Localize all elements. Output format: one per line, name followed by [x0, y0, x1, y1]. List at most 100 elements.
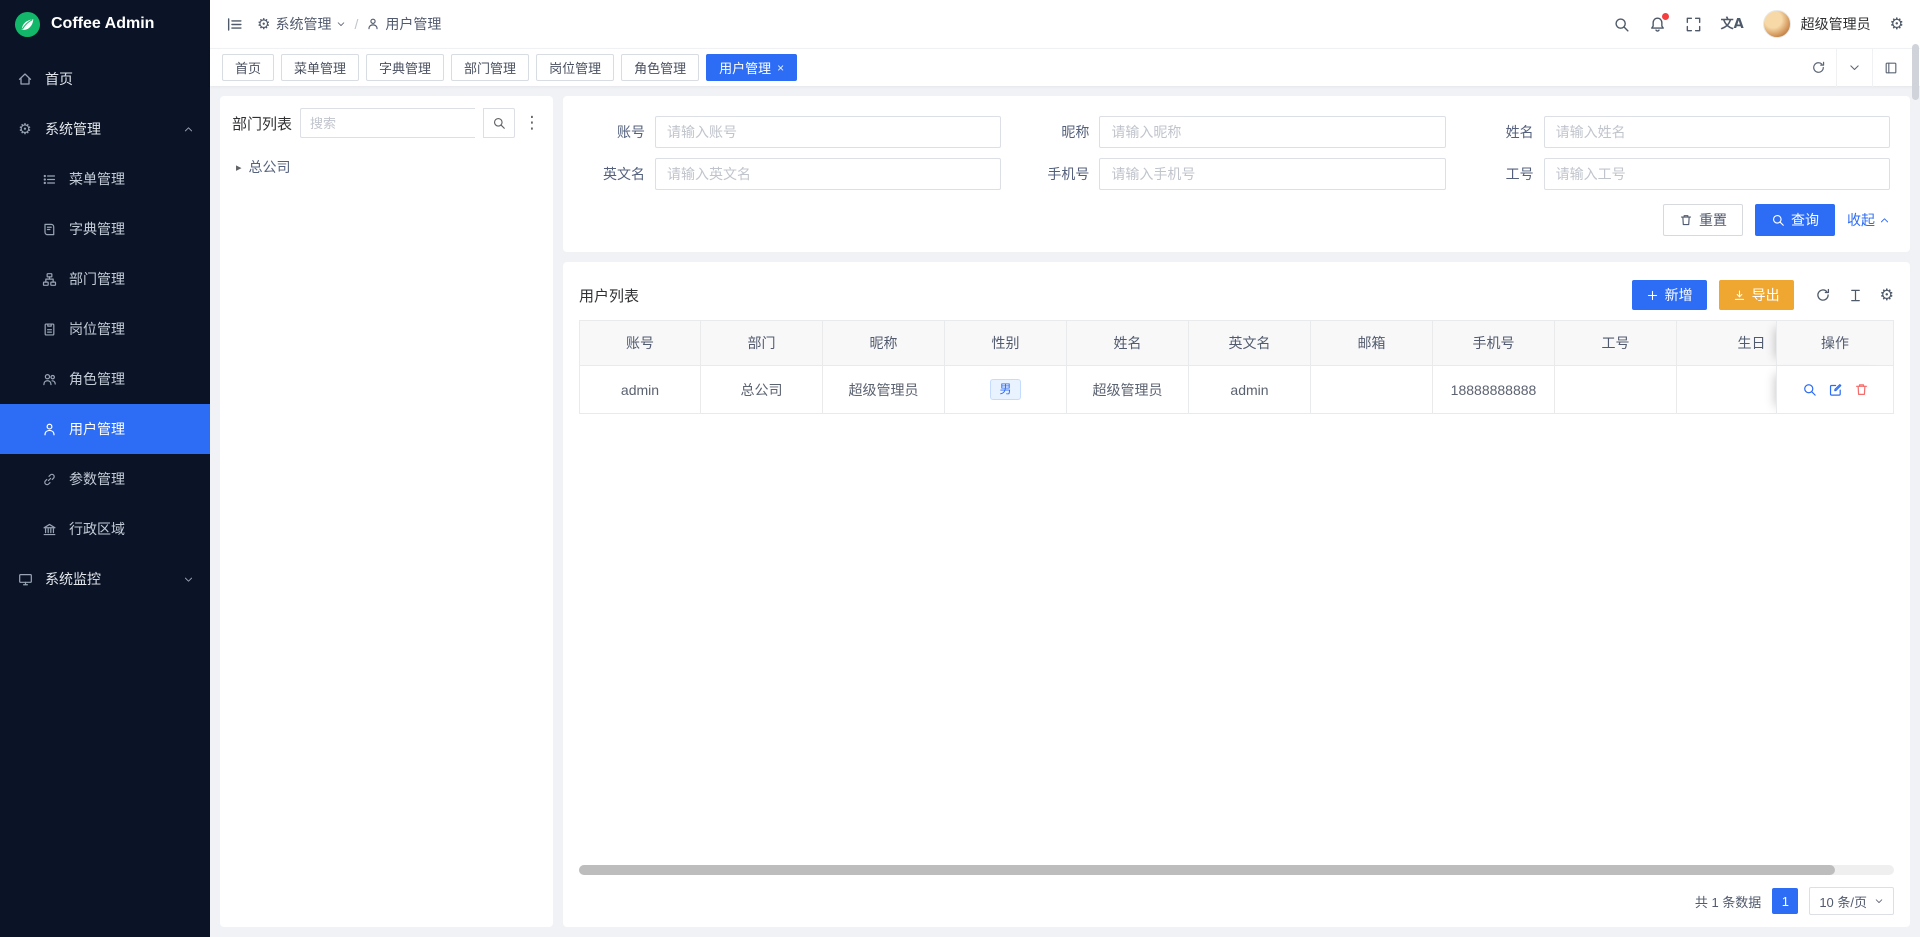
sidebar-item-post-mgmt[interactable]: 岗位管理	[0, 304, 210, 354]
page-size-select[interactable]: 10 条/页	[1809, 887, 1894, 915]
delete-row-button[interactable]	[1854, 382, 1869, 397]
view-row-button[interactable]	[1802, 382, 1817, 397]
add-user-button[interactable]: 新增	[1632, 280, 1707, 310]
sidebar: Coffee Admin 首页 ⚙ 系统管理	[0, 0, 210, 937]
reset-button[interactable]: 重置	[1663, 204, 1743, 236]
sidebar-item-user-mgmt[interactable]: 用户管理	[0, 404, 210, 454]
cell-job-no	[1555, 366, 1677, 414]
column-settings-gear-icon[interactable]: ⚙	[1880, 287, 1894, 303]
tab-close-icon[interactable]: ×	[777, 62, 784, 74]
tab-user-mgmt[interactable]: 用户管理 ×	[706, 54, 797, 81]
tree-expand-arrow-icon[interactable]: ▸	[236, 162, 242, 173]
tab-dept-mgmt[interactable]: 部门管理	[451, 54, 529, 81]
cell-en-name: admin	[1189, 366, 1311, 414]
table-empty-area	[579, 414, 1894, 865]
chevron-up-icon	[1879, 215, 1890, 226]
cell-name: 超级管理员	[1067, 366, 1189, 414]
column-header-account: 账号	[579, 320, 701, 366]
job-no-input[interactable]	[1544, 158, 1890, 190]
export-button[interactable]: 导出	[1719, 280, 1794, 310]
horizontal-scrollbar-thumb[interactable]	[579, 865, 1835, 875]
tab-dropdown-button[interactable]	[1836, 49, 1872, 87]
content-fullscreen-button[interactable]	[1872, 49, 1908, 87]
query-button[interactable]: 查询	[1755, 204, 1835, 236]
sidebar-item-region-mgmt[interactable]: 行政区域	[0, 504, 210, 554]
sidebar-item-label: 行政区域	[69, 519, 125, 539]
tab-role-mgmt[interactable]: 角色管理	[621, 54, 699, 81]
sidebar-item-param-mgmt[interactable]: 参数管理	[0, 454, 210, 504]
app-logo[interactable]: Coffee Admin	[0, 0, 210, 48]
department-search-button[interactable]	[483, 108, 515, 138]
table-refresh-button[interactable]	[1815, 287, 1831, 303]
field-label: 工号	[1472, 164, 1544, 184]
page-vertical-scrollbar-thumb[interactable]	[1912, 44, 1919, 100]
breadcrumb-item-current[interactable]: 用户管理	[366, 14, 441, 34]
account-input[interactable]	[655, 116, 1001, 148]
tab-refresh-button[interactable]	[1800, 49, 1836, 87]
sidebar-item-role-mgmt[interactable]: 角色管理	[0, 354, 210, 404]
tab-label: 部门管理	[464, 58, 516, 77]
nickname-input[interactable]	[1099, 116, 1445, 148]
global-search-button[interactable]	[1613, 16, 1630, 33]
translate-icon[interactable]: 文A	[1721, 18, 1744, 31]
sidebar-item-label: 字典管理	[69, 219, 125, 239]
trash-icon	[1854, 382, 1869, 397]
home-icon	[16, 71, 34, 87]
cell-phone: 18888888888	[1433, 366, 1555, 414]
cell-actions	[1776, 366, 1894, 414]
breadcrumb-item-system[interactable]: ⚙ 系统管理	[257, 14, 346, 34]
sidebar-item-label: 角色管理	[69, 369, 125, 389]
tab-menu-mgmt[interactable]: 菜单管理	[281, 54, 359, 81]
user-table-viewport: 账号 部门 昵称 性别 姓名 英文名 邮箱 手机号 工号 生日	[579, 320, 1894, 414]
phone-input[interactable]	[1099, 158, 1445, 190]
sidebar-collapse-button[interactable]	[226, 16, 243, 33]
sidebar-item-label: 首页	[45, 69, 73, 89]
tab-post-mgmt[interactable]: 岗位管理	[536, 54, 614, 81]
sidebar-group-label: 系统管理	[45, 119, 101, 139]
tabbar: 首页 菜单管理 字典管理 部门管理 岗位管理 角色管理 用户管理 ×	[210, 48, 1920, 86]
sidebar-group-system[interactable]: ⚙ 系统管理	[0, 104, 210, 154]
expand-frame-icon	[1884, 61, 1898, 75]
sidebar-group-monitor[interactable]: 系统监控	[0, 554, 210, 604]
breadcrumb-label: 系统管理	[275, 14, 331, 34]
chevron-down-icon	[1848, 61, 1861, 74]
page-size-value: 10 条/页	[1819, 892, 1867, 911]
page-number-button[interactable]: 1	[1772, 888, 1798, 914]
search-icon	[1771, 213, 1785, 227]
cell-nickname: 超级管理员	[823, 366, 945, 414]
more-options-icon[interactable]: ⋮	[523, 115, 541, 132]
tab-dict-mgmt[interactable]: 字典管理	[366, 54, 444, 81]
department-search-input[interactable]	[300, 108, 475, 138]
sidebar-item-menu-mgmt[interactable]: 菜单管理	[0, 154, 210, 204]
cell-gender: 男	[945, 366, 1067, 414]
sidebar-item-dict-mgmt[interactable]: 字典管理	[0, 204, 210, 254]
row-height-button[interactable]	[1848, 288, 1863, 303]
sidebar-item-home[interactable]: 首页	[0, 54, 210, 104]
tab-home[interactable]: 首页	[222, 54, 274, 81]
table-tools: ⚙	[1815, 287, 1894, 303]
sidebar-item-dept-mgmt[interactable]: 部门管理	[0, 254, 210, 304]
fullscreen-button[interactable]	[1685, 16, 1702, 33]
current-username[interactable]: 超级管理员	[1801, 14, 1871, 34]
form-item-nickname: 昵称	[1027, 116, 1445, 148]
monitor-icon	[16, 572, 34, 587]
user-avatar[interactable]	[1763, 10, 1791, 38]
page-vertical-scrollbar[interactable]	[1912, 44, 1919, 934]
bank-icon	[40, 522, 58, 537]
notifications-button[interactable]	[1649, 16, 1666, 33]
link-icon	[40, 472, 58, 487]
horizontal-scrollbar[interactable]	[579, 865, 1894, 875]
badge-icon	[40, 322, 58, 337]
form-item-name: 姓名	[1472, 116, 1890, 148]
reset-button-label: 重置	[1699, 210, 1727, 230]
user-list-actions: 新增 导出	[1632, 280, 1894, 310]
edit-row-button[interactable]	[1828, 382, 1843, 397]
table-row[interactable]: admin 总公司 超级管理员 男 超级管理员 admin 1888888888…	[579, 366, 1894, 414]
column-header-nickname: 昵称	[823, 320, 945, 366]
collapse-form-link[interactable]: 收起	[1847, 210, 1890, 230]
name-input[interactable]	[1544, 116, 1890, 148]
settings-gear-icon[interactable]: ⚙	[1890, 16, 1904, 32]
pagination: 共 1 条数据 1 10 条/页	[579, 875, 1894, 915]
tree-node-head-office[interactable]: ▸ 总公司	[232, 151, 541, 183]
en-name-input[interactable]	[655, 158, 1001, 190]
